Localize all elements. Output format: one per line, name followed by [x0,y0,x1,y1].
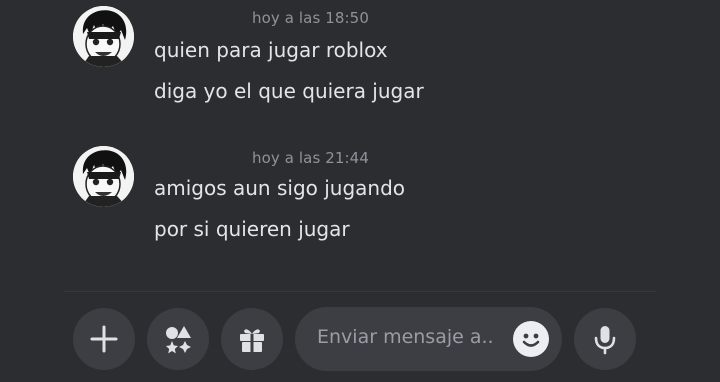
message-input-placeholder: Enviar mensaje a.. [317,326,494,348]
message-group: hoy a las 18:50 quien para jugar roblox … [0,0,720,110]
avatar-image [73,146,134,207]
apps-icon [166,326,191,354]
message-input[interactable]: Enviar mensaje a.. [295,307,562,371]
microphone-button[interactable] [574,308,636,370]
avatar[interactable] [73,6,134,67]
emoji-button[interactable] [513,321,549,357]
message-text: diga yo el que quiera jugar [154,79,424,103]
composer-divider [64,291,656,292]
chat-screen: hoy a las 18:50 quien para jugar roblox … [0,0,720,382]
gift-button[interactable] [221,308,283,370]
avatar-image [73,6,134,67]
plus-icon [90,325,118,353]
apps-button[interactable] [147,308,209,370]
message-text: quien para jugar roblox [154,38,388,62]
message-timestamp: hoy a las 21:44 [252,149,369,167]
add-button[interactable] [73,308,135,370]
microphone-icon [594,326,616,355]
message-group: hoy a las 21:44 amigos aun sigo jugando … [0,142,720,252]
avatar[interactable] [73,146,134,207]
message-text: amigos aun sigo jugando [154,176,406,200]
gift-icon [240,329,264,352]
message-text: por si quieren jugar [154,217,350,241]
emoji-icon [522,333,540,347]
message-timestamp: hoy a las 18:50 [252,9,369,27]
